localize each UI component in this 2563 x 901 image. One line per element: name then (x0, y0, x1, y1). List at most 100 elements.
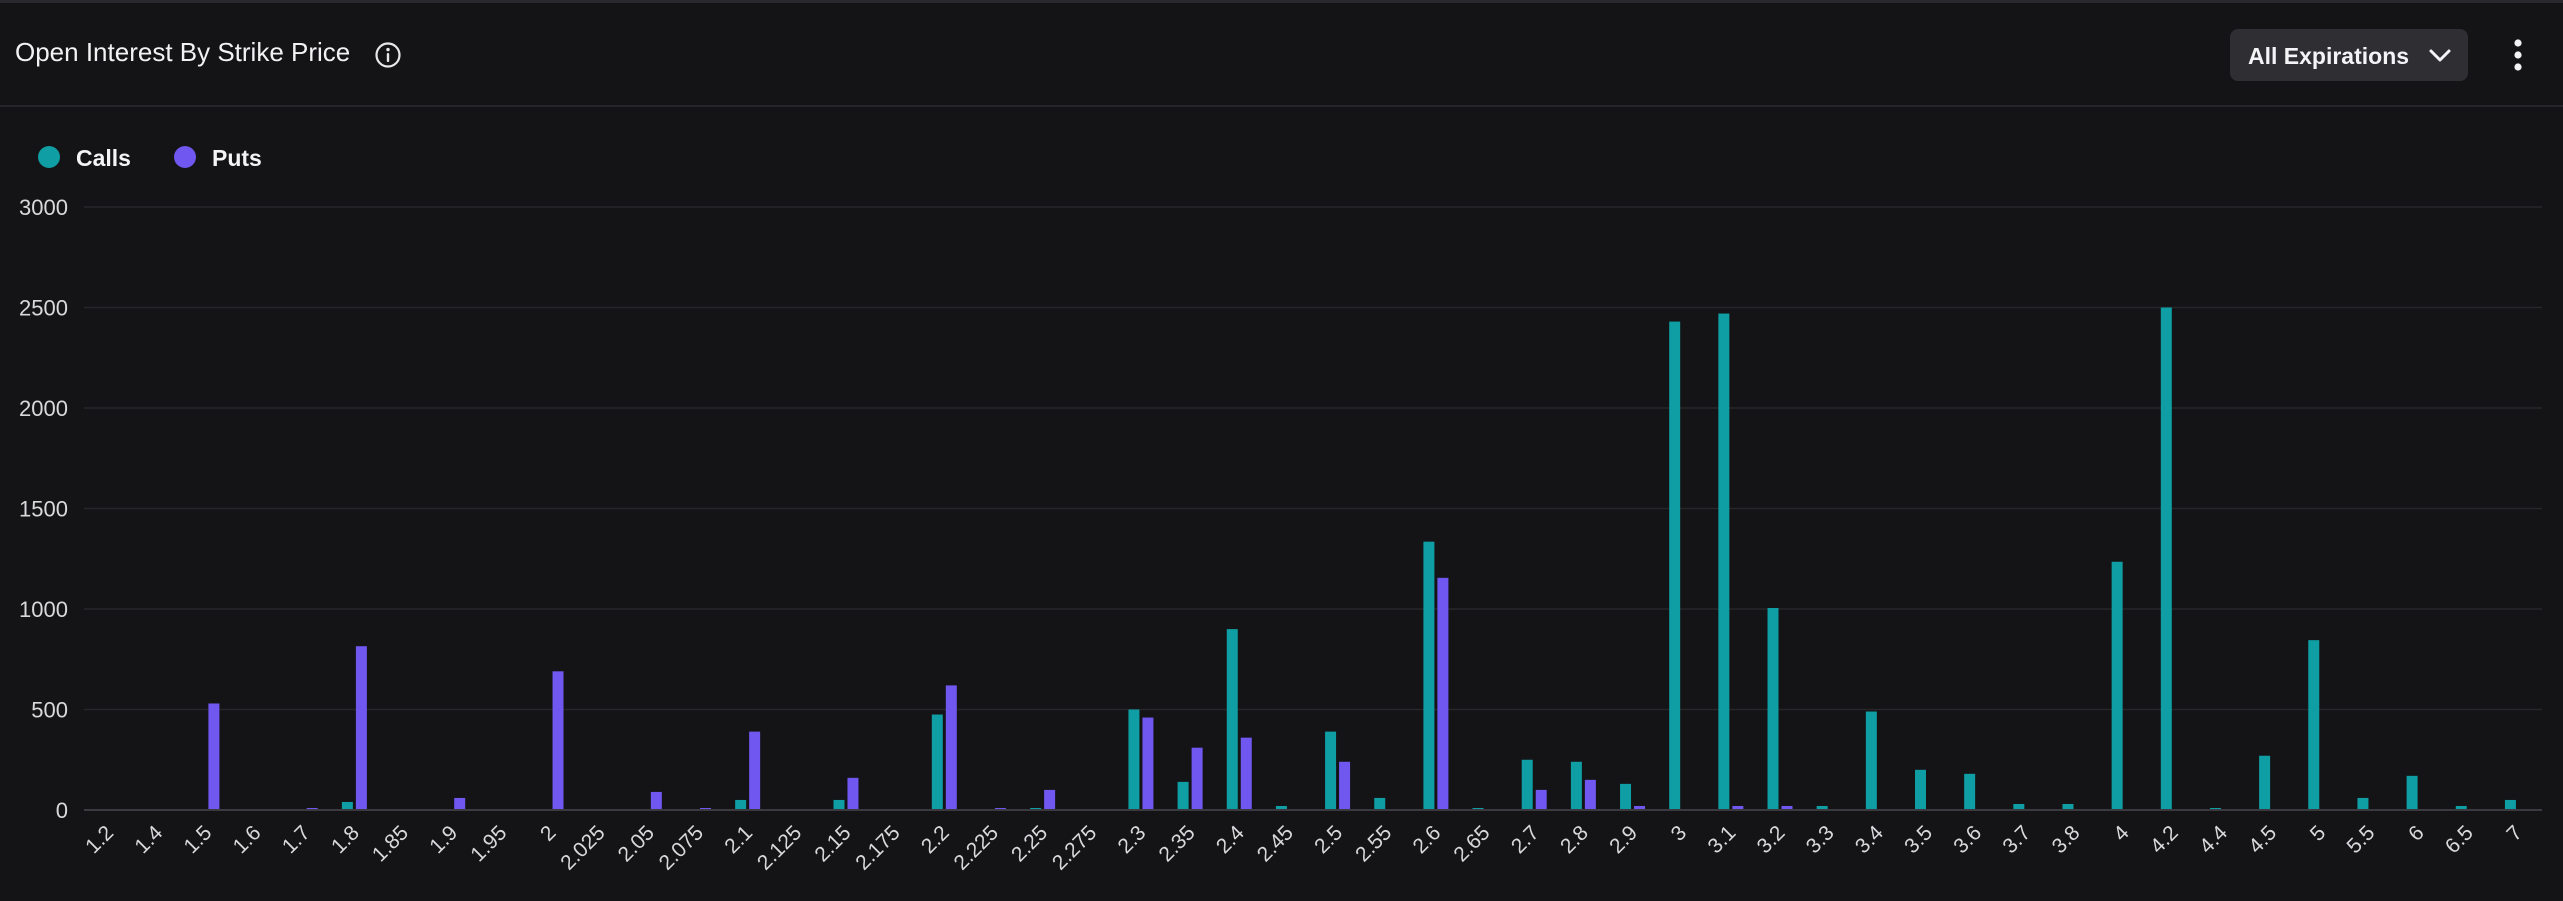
legend-item-puts[interactable]: Puts (172, 139, 282, 175)
x-tick-label: 3.5 (1900, 821, 1937, 858)
panel-title: Open Interest By Strike Price (15, 37, 351, 67)
bar-calls[interactable] (1718, 313, 1730, 810)
x-tick-label: 2.4 (1212, 821, 1249, 858)
x-tick-label: 2.25 (1007, 821, 1052, 866)
bar-calls[interactable] (1620, 783, 1632, 810)
bar-calls[interactable] (1767, 607, 1779, 810)
bar-calls[interactable] (931, 714, 943, 810)
expirations-label: All Expirations (2248, 43, 2410, 69)
bar-calls[interactable] (1570, 761, 1582, 810)
legend-label-puts: Puts (212, 145, 262, 171)
x-tick-label: 3.6 (1949, 821, 1986, 858)
x-tick-label: 2.275 (1048, 821, 1101, 874)
x-tick-label: 2.15 (810, 821, 855, 866)
bar-calls[interactable] (1865, 711, 1877, 810)
x-tick-label: 2.05 (614, 821, 659, 866)
x-tick-label: 1.85 (368, 821, 413, 866)
x-tick-label: 1.8 (327, 821, 364, 858)
bar-calls[interactable] (1128, 709, 1140, 811)
expirations-dropdown[interactable]: All Expirations (2230, 29, 2468, 81)
bar-calls[interactable] (2504, 799, 2516, 810)
x-tick-label: 3.4 (1851, 821, 1888, 858)
bar-calls[interactable] (2406, 775, 2418, 810)
bar-calls[interactable] (2160, 307, 2172, 811)
bar-calls[interactable] (1521, 759, 1533, 810)
bar-puts[interactable] (355, 646, 367, 810)
x-tick-label: 2.35 (1154, 821, 1199, 866)
calls-swatch (38, 146, 60, 168)
bar-puts[interactable] (650, 791, 662, 810)
x-tick-label: 2.65 (1449, 821, 1494, 866)
bar-calls[interactable] (1325, 731, 1337, 810)
bar-calls[interactable] (2111, 561, 2123, 810)
x-tick-label: 1.95 (466, 821, 511, 866)
x-tick-label: 4.2 (2146, 821, 2183, 858)
bar-puts[interactable] (1535, 789, 1547, 810)
x-tick-label: 1.6 (229, 821, 266, 858)
x-tick-label: 1.5 (180, 821, 217, 858)
y-tick-label: 2500 (19, 296, 68, 321)
bar-puts[interactable] (208, 703, 220, 810)
bar-puts[interactable] (1191, 747, 1203, 810)
x-tick-label: 3.2 (1753, 821, 1790, 858)
x-tick-label: 2.5 (1310, 821, 1347, 858)
x-tick-label: 2.7 (1507, 821, 1544, 858)
x-tick-label: 1.9 (425, 821, 462, 858)
bar-puts[interactable] (1044, 789, 1056, 810)
panel-header: Open Interest By Strike Price All Expira… (0, 3, 2563, 107)
bar-puts[interactable] (945, 685, 957, 810)
x-tick-label: 2 (536, 821, 561, 846)
y-tick-label: 1000 (19, 597, 68, 622)
x-tick-label: 2.2 (917, 821, 954, 858)
bar-puts[interactable] (1240, 737, 1252, 810)
y-tick-label: 3000 (19, 195, 68, 220)
bar-calls[interactable] (2259, 755, 2271, 810)
bar-puts[interactable] (847, 777, 859, 810)
x-tick-label: 3 (1667, 821, 1692, 846)
bar-calls[interactable] (1669, 321, 1681, 810)
bar-calls[interactable] (1423, 541, 1435, 810)
x-tick-label: 2.175 (851, 821, 904, 874)
x-tick-label: 2.3 (1114, 821, 1151, 858)
x-tick-label: 4.4 (2195, 821, 2232, 858)
bar-puts[interactable] (749, 731, 761, 810)
x-tick-label: 6.5 (2441, 821, 2478, 858)
bar-calls[interactable] (1226, 629, 1238, 810)
bar-calls[interactable] (341, 801, 353, 810)
x-tick-label: 3.8 (2048, 821, 2085, 858)
bar-puts[interactable] (1142, 717, 1154, 810)
bar-calls[interactable] (1177, 781, 1189, 810)
y-tick-label: 2000 (19, 396, 68, 421)
x-tick-label: 2.025 (556, 821, 609, 874)
x-tick-label: 2.1 (720, 821, 757, 858)
bar-calls[interactable] (1964, 773, 1976, 810)
bar-puts[interactable] (454, 797, 466, 810)
open-interest-panel: Open Interest By Strike Price All Expira… (0, 0, 2563, 900)
bar-calls[interactable] (1915, 769, 1926, 810)
bar-calls[interactable] (2308, 640, 2320, 810)
x-tick-label: 5.5 (2343, 821, 2380, 858)
x-tick-label: 2.8 (1556, 821, 1593, 858)
legend-label-calls: Calls (76, 145, 131, 171)
y-tick-label: 0 (56, 798, 68, 823)
bar-calls[interactable] (833, 799, 845, 810)
bar-calls[interactable] (735, 799, 747, 810)
x-tick-label: 2.6 (1409, 821, 1446, 858)
chevron-down-icon (2429, 49, 2451, 62)
x-tick-label: 1.2 (81, 821, 118, 858)
bar-calls[interactable] (1374, 797, 1386, 810)
info-icon[interactable] (374, 41, 402, 69)
x-tick-label: 6 (2404, 821, 2429, 846)
open-interest-bar-chart: 0 500 1000 1500 2000 2500 3000 1.2 1.4 1.5 1.6 1.7 1… (19, 195, 2542, 875)
bar-calls[interactable] (2357, 797, 2369, 810)
legend-item-calls[interactable]: Calls (36, 139, 146, 175)
bar-puts[interactable] (1584, 779, 1596, 810)
bar-puts[interactable] (1437, 577, 1449, 810)
y-tick-label: 1500 (19, 497, 68, 522)
x-tick-label: 2.45 (1253, 821, 1298, 866)
bar-puts[interactable] (552, 671, 564, 810)
bar-puts[interactable] (1339, 761, 1351, 810)
puts-swatch (174, 146, 196, 168)
more-vertical-icon[interactable] (2506, 31, 2530, 79)
x-tick-label: 3.1 (1703, 821, 1740, 858)
